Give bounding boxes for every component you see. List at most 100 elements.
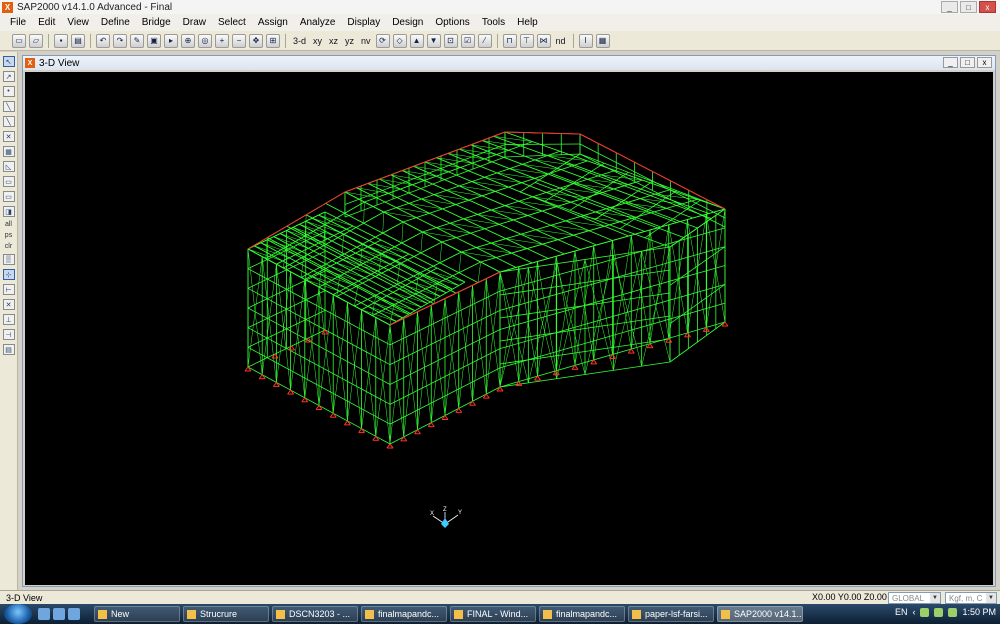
view-3d-button[interactable]: 3-d [291,36,308,46]
snap-ends-icon[interactable]: ⊢ [2,284,15,295]
perspective-icon[interactable]: ◇ [392,33,407,48]
draw-poly-area-icon[interactable]: ◺ [2,161,15,172]
rotate-icon[interactable]: ⟳ [375,33,390,48]
menu-draw[interactable]: Draw [177,17,212,28]
start-button[interactable] [4,604,32,624]
task-item-sap2000[interactable]: SAP2000 v14.1... [717,606,803,622]
intersecting-line-icon[interactable]: ▒ [2,254,15,265]
view-nv-button[interactable]: nv [359,36,373,46]
pointer-icon[interactable]: ↖ [2,56,15,67]
move-up-icon[interactable]: ▲ [409,33,424,48]
menu-display[interactable]: Display [341,17,386,28]
snap-intersection-icon[interactable]: ✕ [2,299,15,310]
clock[interactable]: 1:50 PM [962,607,996,617]
language-indicator[interactable]: EN [895,607,908,617]
set-display-options-icon[interactable]: ⊡ [443,33,458,48]
snap-fine-grid-icon[interactable]: ▤ [2,344,15,355]
open-file-icon[interactable]: ▱ [29,33,43,48]
restore-view-icon[interactable]: ◎ [198,33,212,48]
menu-help[interactable]: Help [511,17,544,28]
snap-lines-icon[interactable]: ⊣ [2,329,15,340]
reshape-icon[interactable]: ↗ [2,71,15,82]
show-forces-icon[interactable]: ⊤ [519,33,534,48]
task-item[interactable]: DSCN3203 - ... [272,606,358,622]
set-default-view-icon[interactable]: ⊞ [266,33,280,48]
draw-grid-icon[interactable]: ▦ [2,146,15,157]
zoom-out-icon[interactable]: − [232,33,246,48]
nd-button[interactable]: nd [554,36,568,46]
menu-design[interactable]: Design [386,17,429,28]
menu-analyze[interactable]: Analyze [294,17,342,28]
previous-selection-button[interactable]: ps [5,232,12,239]
axis-x-label: X [430,511,434,517]
folder-icon [543,609,552,619]
pencil-icon[interactable]: ✎ [130,33,144,48]
frame-section-icon[interactable]: ⊓ [502,33,517,48]
coord-system-select[interactable]: GLOBAL ▼ [888,592,941,604]
security-icon[interactable] [948,607,958,617]
draw-rect-area-icon[interactable]: ▭ [2,176,15,187]
show-deformed-icon[interactable]: ⋈ [536,33,551,48]
show-undeformed-icon[interactable]: ⁄ [477,33,492,48]
menu-options[interactable]: Options [429,17,475,28]
network-icon[interactable] [920,607,930,617]
clear-selection-button[interactable]: clr [5,243,12,250]
view-minimize-button[interactable]: _ [943,57,958,68]
menu-select[interactable]: Select [212,17,252,28]
save-icon[interactable]: ▪ [54,33,68,48]
show-desktop-icon[interactable] [68,608,80,620]
menu-bridge[interactable]: Bridge [136,17,177,28]
snap-joints-icon[interactable]: ⊹ [2,269,15,280]
pan-icon[interactable]: ✥ [249,33,263,48]
task-item[interactable]: Strucrure [183,606,269,622]
menu-edit[interactable]: Edit [32,17,61,28]
chevron-left-icon[interactable]: ‹ [912,607,915,617]
minimize-button[interactable]: _ [941,1,958,13]
task-item[interactable]: FINAL - Wind... [450,606,536,622]
undo-icon[interactable]: ↶ [96,33,110,48]
view-close-button[interactable]: x [977,57,992,68]
menu-define[interactable]: Define [95,17,136,28]
view-xy-button[interactable]: xy [311,36,324,46]
menu-tools[interactable]: Tools [476,17,511,28]
redo-icon[interactable]: ↷ [113,33,127,48]
zoom-in-icon[interactable]: + [215,33,229,48]
draw-cable-icon[interactable]: ╲ [2,116,15,127]
display-tables-icon[interactable]: ▦ [595,33,610,48]
view-yz-button[interactable]: yz [343,36,356,46]
text-cursor-icon[interactable]: I [578,33,593,48]
print-icon[interactable]: ▤ [71,33,85,48]
snap-perpendicular-icon[interactable]: ⊥ [2,314,15,325]
task-item[interactable]: paper-lsf-farsi... [628,606,714,622]
select-all-button[interactable]: all [5,221,12,228]
task-item[interactable]: finalmapandc... [539,606,625,622]
close-button[interactable]: x [979,1,996,13]
draw-frame-icon[interactable]: ╲ [2,101,15,112]
frame-member [482,140,521,147]
view-xz-button[interactable]: xz [327,36,340,46]
check-icon[interactable]: ☑ [460,33,475,48]
task-item[interactable]: New [94,606,180,622]
draw-point-icon[interactable]: • [2,86,15,97]
run-analysis-icon[interactable]: ▸ [164,33,178,48]
view-maximize-button[interactable]: □ [960,57,975,68]
structure-model[interactable]: XZ Y [25,72,993,585]
menu-view[interactable]: View [61,17,95,28]
explorer-icon[interactable] [53,608,65,620]
volume-icon[interactable] [934,607,944,617]
ie-icon[interactable] [38,608,50,620]
support-mark [244,366,249,372]
quick-draw-brace-icon[interactable]: ✕ [2,131,15,142]
new-file-icon[interactable]: ▭ [12,33,26,48]
draw-solid-icon[interactable]: ◨ [2,206,15,217]
task-item[interactable]: finalmapandc... [361,606,447,622]
units-select[interactable]: Kgf, m, C ▼ [945,592,997,604]
model-viewport[interactable]: XZY [25,72,993,585]
menu-assign[interactable]: Assign [252,17,294,28]
menu-file[interactable]: File [4,17,32,28]
move-down-icon[interactable]: ▼ [426,33,441,48]
quick-draw-area-icon[interactable]: ▭ [2,191,15,202]
lock-icon[interactable]: ▣ [147,33,161,48]
rubber-band-zoom-icon[interactable]: ⊕ [181,33,195,48]
maximize-button[interactable]: □ [960,1,977,13]
